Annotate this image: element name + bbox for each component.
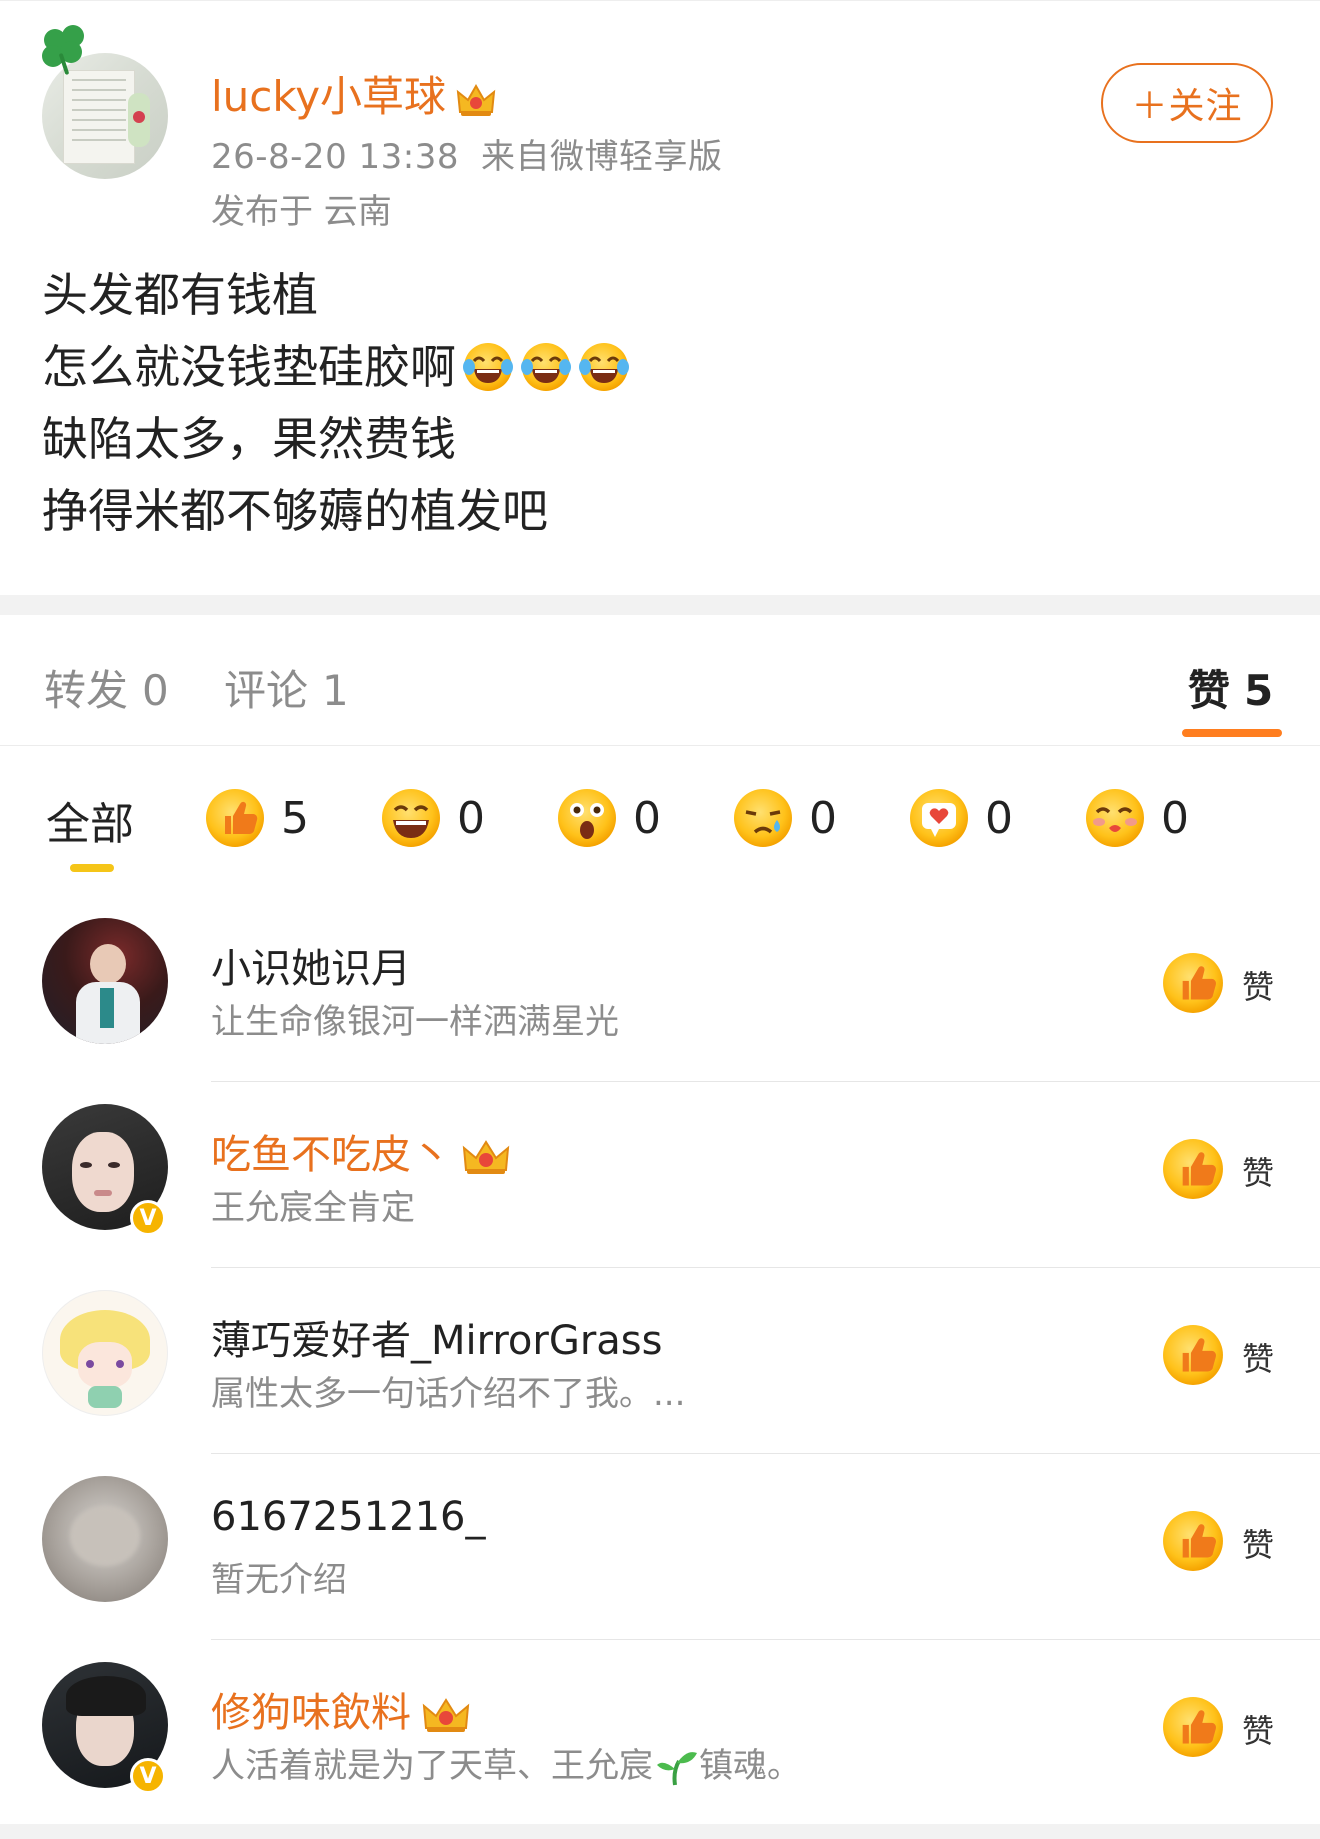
post-meta: 26-8-20 13:38 来自微博轻享版 xyxy=(211,129,723,178)
reaction-filter-bar: 全部 5 0 0 0 0 0 xyxy=(0,746,1320,896)
like-label[interactable]: 赞 xyxy=(1242,1334,1274,1380)
heart-icon xyxy=(910,789,968,847)
crying-icon xyxy=(734,789,792,847)
active-tab-indicator xyxy=(1182,729,1282,737)
reaction-filter-heart[interactable]: 0 xyxy=(909,788,1013,848)
surprised-icon xyxy=(558,789,616,847)
tab-repost[interactable]: 转发 0 xyxy=(44,657,169,718)
like-thumb-icon[interactable] xyxy=(1162,1510,1224,1572)
like-thumb-icon[interactable] xyxy=(1162,1324,1224,1386)
laughing-tears-icon xyxy=(521,343,571,391)
liker-bio: 属性太多一句话介绍不了我。... xyxy=(211,1374,686,1414)
interaction-tabs: 转发 0 评论 1 赞5 xyxy=(0,615,1320,746)
sprout-icon xyxy=(657,1752,697,1786)
like-label[interactable]: 赞 xyxy=(1242,962,1274,1008)
reaction-filter-crying[interactable]: 0 xyxy=(733,788,837,848)
laughing-tears-icon xyxy=(579,343,629,391)
list-item[interactable]: 小识她识月 让生命像银河一样洒满星光 赞 xyxy=(0,896,1320,1082)
laughing-tears-icon xyxy=(463,343,513,391)
like-thumb-icon[interactable] xyxy=(1162,1138,1224,1200)
follow-button[interactable]: ＋关注 xyxy=(1101,63,1273,143)
like-thumb-icon[interactable] xyxy=(1162,1696,1224,1758)
liker-name[interactable]: 小识她识月 xyxy=(211,936,411,994)
reaction-filter-grin[interactable]: 0 xyxy=(381,788,485,848)
reaction-filter-kiss[interactable]: 0 xyxy=(1085,788,1189,848)
post-card: lucky小草球 26-8-20 13:38 来自微博轻享版 发布于 云南 ＋关注… xyxy=(0,0,1320,596)
post-line-2: 怎么就没钱垫硅胶啊 xyxy=(42,331,630,403)
bottom-divider xyxy=(0,1824,1320,1839)
post-source: 来自微博轻享版 xyxy=(481,137,723,177)
clover-badge-icon xyxy=(38,23,92,79)
grin-icon xyxy=(382,789,440,847)
tab-comment[interactable]: 评论 1 xyxy=(224,657,349,718)
like-thumb-icon[interactable] xyxy=(1162,952,1224,1014)
crown-icon xyxy=(456,83,496,116)
liker-bio: 人活着就是为了天草、王允宸 镇魂。 xyxy=(211,1738,801,1787)
kiss-icon xyxy=(1086,789,1144,847)
post-line-4: 挣得米都不够薅的植发吧 xyxy=(42,484,548,538)
like-label[interactable]: 赞 xyxy=(1242,1706,1274,1752)
avatar[interactable] xyxy=(42,918,168,1044)
list-item[interactable]: 薄巧爱好者_MirrorGrass 属性太多一句话介绍不了我。... 赞 xyxy=(0,1268,1320,1454)
like-label[interactable]: 赞 xyxy=(1242,1148,1274,1194)
avatar[interactable] xyxy=(42,1290,168,1416)
list-item[interactable]: 6167251216_ 暂无介绍 赞 xyxy=(0,1454,1320,1640)
section-divider xyxy=(0,595,1320,615)
liker-bio: 让生命像银河一样洒满星光 xyxy=(211,1002,619,1042)
reaction-filter-thumbs-up[interactable]: 5 xyxy=(205,788,309,848)
thumbs-up-icon xyxy=(206,789,264,847)
reaction-filter-all[interactable]: 全部 xyxy=(46,788,134,852)
post-line-3: 缺陷太多，果然费钱 xyxy=(42,412,456,466)
list-item[interactable]: V 修狗味飲料 人活着就是为了天草、王允宸 镇魂。 赞 xyxy=(0,1640,1320,1826)
liker-name[interactable]: 修狗味飲料 xyxy=(211,1680,471,1738)
liker-bio: 王允宸全肯定 xyxy=(211,1188,415,1228)
reaction-filter-indicator xyxy=(70,864,114,872)
liker-bio: 暂无介绍 xyxy=(211,1560,347,1600)
liker-name[interactable]: 薄巧爱好者_MirrorGrass xyxy=(211,1308,662,1366)
tab-likes[interactable]: 赞5 xyxy=(1188,657,1273,718)
author-name[interactable]: lucky小草球 xyxy=(211,63,496,124)
verified-badge-icon: V xyxy=(130,1758,166,1794)
reaction-filter-surprised[interactable]: 0 xyxy=(557,788,661,848)
crown-icon xyxy=(422,1698,470,1732)
liker-name[interactable]: 吃鱼不吃皮丶 xyxy=(211,1122,511,1180)
like-label[interactable]: 赞 xyxy=(1242,1520,1274,1566)
verified-badge-icon: V xyxy=(130,1200,166,1236)
avatar[interactable] xyxy=(42,1476,168,1602)
post-body: 头发都有钱植 怎么就没钱垫硅胶啊 缺陷太多，果然费钱 挣得米都不够薅的植发吧 xyxy=(42,259,630,547)
list-item[interactable]: V 吃鱼不吃皮丶 王允宸全肯定 赞 xyxy=(0,1082,1320,1268)
post-line-1: 头发都有钱植 xyxy=(42,268,318,322)
post-location: 发布于 云南 xyxy=(211,192,392,232)
post-timestamp: 26-8-20 13:38 xyxy=(211,137,459,177)
crown-icon xyxy=(462,1140,510,1174)
liker-name[interactable]: 6167251216_ xyxy=(211,1494,486,1540)
